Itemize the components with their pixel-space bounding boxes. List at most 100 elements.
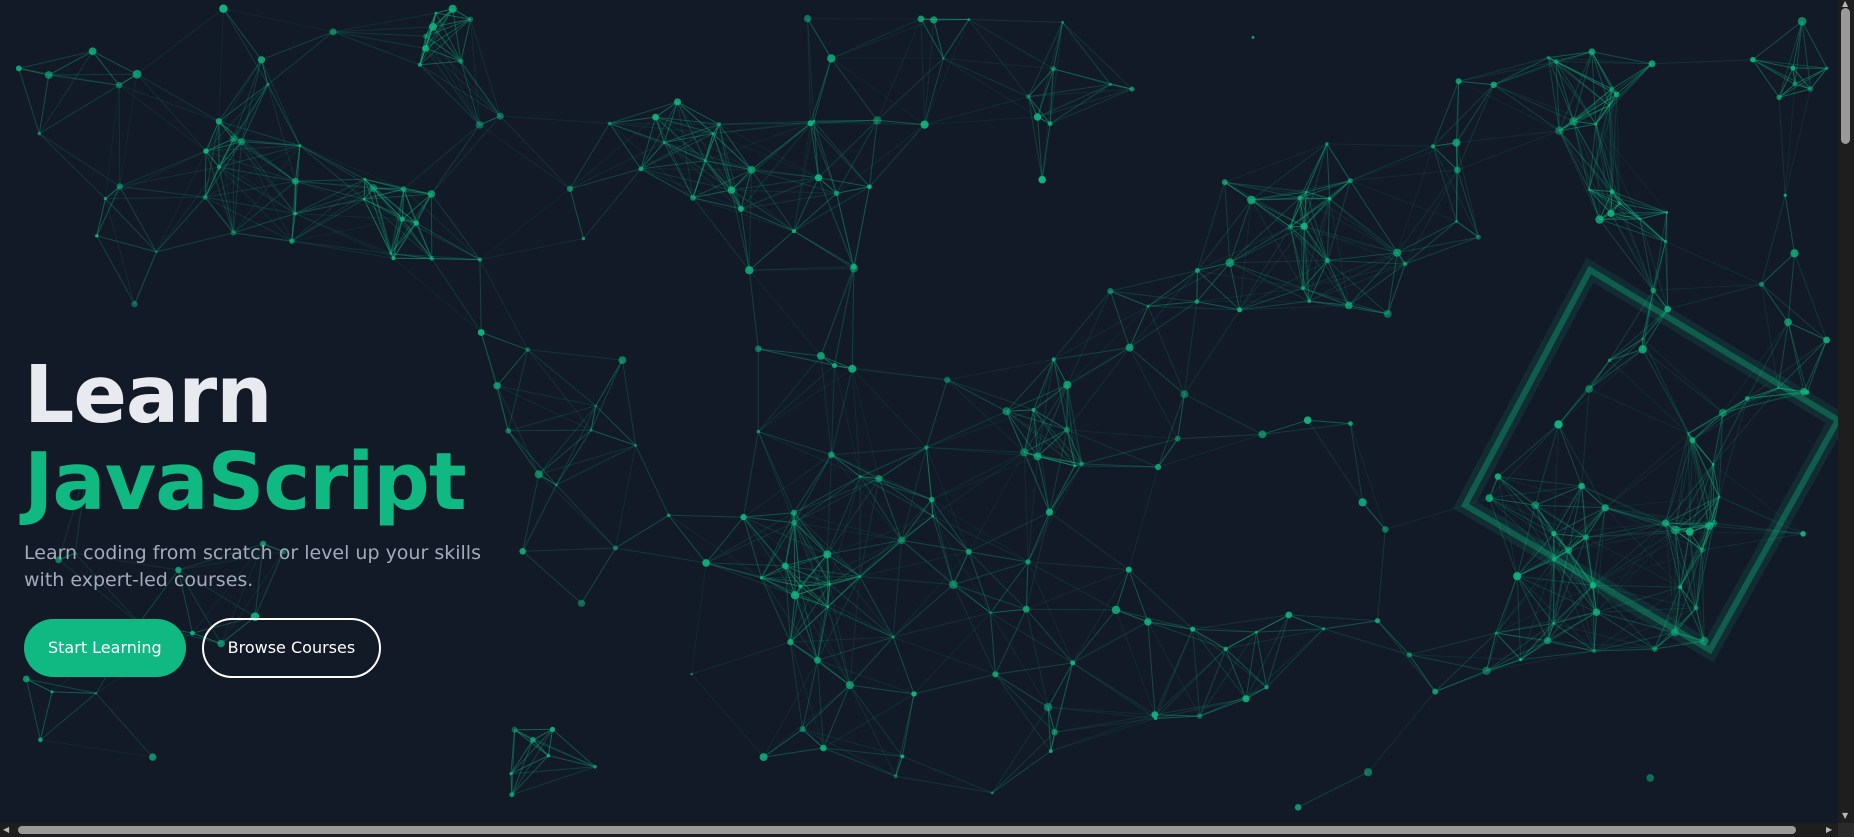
network-line	[740, 120, 815, 210]
network-node	[1406, 652, 1412, 658]
network-line	[26, 678, 53, 693]
network-node	[1650, 287, 1656, 294]
network-line	[1025, 608, 1074, 664]
browse-courses-button[interactable]: Browse Courses	[201, 617, 382, 678]
network-node	[674, 98, 681, 106]
network-node	[37, 131, 41, 136]
network-line	[1027, 561, 1129, 571]
network-node	[717, 122, 722, 127]
network-node	[1382, 526, 1389, 533]
network-line	[18, 67, 49, 76]
network-node	[1194, 268, 1200, 273]
horizontal-scrollbar[interactable]: ◀ ▶	[0, 823, 1838, 837]
network-line	[1147, 621, 1157, 719]
network-line	[1432, 84, 1495, 147]
network-line	[869, 120, 878, 187]
network-line	[1405, 236, 1479, 265]
network-line	[40, 739, 153, 758]
network-line	[1458, 80, 1560, 132]
scroll-left-icon[interactable]: ◀	[3, 826, 9, 834]
network-node	[1125, 343, 1134, 352]
network-line	[943, 57, 1038, 118]
network-node	[1254, 630, 1258, 634]
scroll-up-icon[interactable]: ▲	[1842, 0, 1848, 8]
network-line	[859, 576, 954, 586]
network-line	[924, 19, 970, 125]
network-line	[1109, 290, 1131, 348]
network-line	[1558, 348, 1644, 425]
network-node	[1242, 695, 1250, 703]
network-node	[1582, 534, 1589, 541]
network-node	[1322, 627, 1326, 631]
network-node	[1197, 713, 1203, 719]
network-node	[1194, 299, 1200, 304]
network-line	[1486, 576, 1518, 671]
network-line	[990, 612, 1073, 664]
network-node	[858, 575, 862, 578]
network-line	[1497, 476, 1606, 509]
vertical-scrollbar[interactable]: ▲ ▼	[1838, 0, 1854, 823]
network-line	[968, 19, 1063, 23]
hero-section: Learn JavaScript Learn coding from scrat…	[24, 352, 724, 678]
network-line	[1432, 146, 1479, 238]
network-line	[1349, 180, 1398, 253]
network-line	[1049, 465, 1076, 513]
network-line	[1053, 290, 1111, 360]
network-line	[1348, 304, 1388, 315]
network-line	[1456, 84, 1495, 171]
network-node	[94, 692, 98, 695]
scroll-down-icon[interactable]: ▼	[1842, 812, 1848, 820]
network-node	[924, 445, 929, 450]
network-line	[39, 691, 53, 741]
network-line	[1072, 621, 1149, 664]
network-node	[1051, 66, 1056, 72]
network-node	[1452, 138, 1461, 147]
network-node	[116, 183, 124, 190]
network-node	[15, 65, 22, 72]
network-line	[1129, 347, 1185, 395]
network-node	[1687, 432, 1690, 435]
network-line	[1196, 182, 1226, 271]
network-line	[1495, 584, 1594, 634]
network-line	[499, 115, 571, 190]
network-line	[1129, 270, 1198, 348]
network-line	[953, 584, 1027, 610]
network-line	[826, 554, 829, 607]
network-line	[1435, 659, 1521, 693]
network-line	[1155, 629, 1194, 719]
network-node	[893, 774, 898, 779]
network-node	[845, 681, 855, 690]
network-node	[429, 22, 437, 31]
network-line	[1326, 143, 1331, 199]
network-node	[989, 611, 992, 614]
network-line	[931, 499, 1029, 563]
network-node	[1345, 301, 1353, 310]
network-node	[1494, 631, 1498, 635]
network-line	[118, 85, 121, 187]
start-learning-button[interactable]: Start Learning	[24, 618, 186, 677]
network-line	[1810, 67, 1828, 90]
scroll-right-icon[interactable]: ▶	[1826, 826, 1832, 834]
network-line	[1665, 241, 1762, 285]
network-line	[222, 8, 269, 85]
network-line	[834, 268, 855, 366]
network-node	[1153, 716, 1158, 721]
horizontal-scroll-thumb[interactable]	[18, 826, 1796, 834]
network-line	[552, 729, 596, 768]
hero-title: Learn JavaScript	[24, 352, 724, 526]
network-line	[1642, 348, 1724, 414]
network-line	[640, 168, 752, 171]
network-node	[1784, 318, 1792, 327]
network-node	[1063, 426, 1071, 433]
network-node	[1661, 519, 1670, 527]
network-node	[828, 451, 835, 459]
network-node	[266, 82, 270, 87]
network-node	[1402, 261, 1408, 267]
network-node	[1758, 281, 1765, 287]
network-node	[509, 792, 515, 798]
network-node	[1607, 358, 1612, 362]
network-line	[134, 251, 157, 305]
network-line	[332, 31, 421, 66]
network-node	[1285, 611, 1293, 619]
vertical-scroll-thumb[interactable]	[1841, 8, 1850, 144]
